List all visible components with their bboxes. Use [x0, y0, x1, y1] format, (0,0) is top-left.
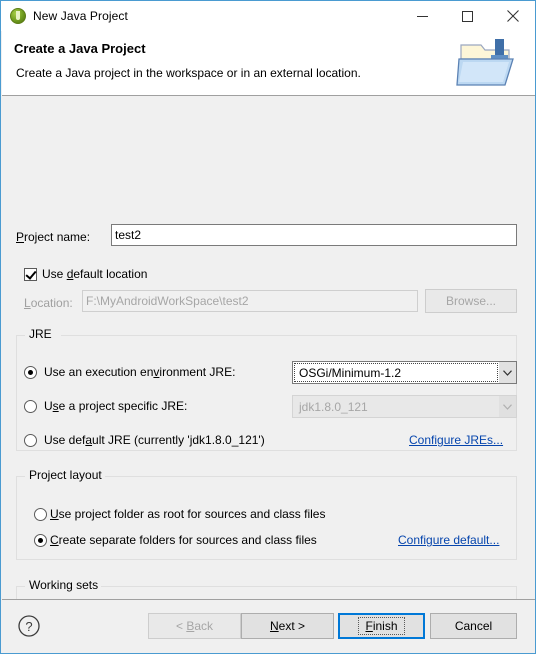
- cancel-button[interactable]: Cancel: [430, 613, 517, 639]
- project-name-input[interactable]: test2: [111, 224, 517, 246]
- title-bar: New Java Project: [1, 1, 535, 31]
- radio-project-specific-jre[interactable]: [24, 400, 37, 413]
- svg-text:?: ?: [25, 619, 32, 634]
- working-sets-group-title: Working sets: [26, 578, 102, 592]
- radio-execution-environment-jre-label[interactable]: Use an execution environment JRE:: [44, 365, 235, 379]
- radio-default-jre-label[interactable]: Use default JRE (currently 'jdk1.8.0_121…: [44, 433, 265, 447]
- window-controls: [400, 1, 535, 31]
- project-name-label-text: roject name:: [24, 230, 91, 244]
- dialog-body: Project name: test2 Use default location…: [2, 97, 535, 640]
- execution-environment-combo-value: OSGi/Minimum-1.2: [294, 363, 498, 382]
- page-title: Create a Java Project: [14, 41, 146, 56]
- configure-default-link[interactable]: Configure default...: [398, 533, 499, 547]
- radio-default-jre[interactable]: [24, 434, 37, 447]
- radio-project-specific-jre-label[interactable]: Use a project specific JRE:: [44, 399, 187, 413]
- location-input: F:\MyAndroidWorkSpace\test2: [82, 290, 418, 312]
- minimize-icon[interactable]: [400, 1, 445, 31]
- execution-environment-combo[interactable]: OSGi/Minimum-1.2: [292, 361, 517, 384]
- dialog-header: Create a Java Project Create a Java proj…: [2, 31, 535, 96]
- radio-separate-folders-label[interactable]: Create separate folders for sources and …: [50, 533, 317, 547]
- use-default-location-label[interactable]: Use default location: [42, 267, 147, 281]
- next-button[interactable]: Next >: [241, 613, 334, 639]
- new-java-project-folder-icon: [456, 39, 514, 86]
- finish-button[interactable]: Finish: [338, 613, 425, 639]
- close-icon[interactable]: [490, 1, 535, 31]
- window-title: New Java Project: [33, 9, 128, 23]
- configure-jres-link[interactable]: Configure JREs...: [409, 433, 503, 447]
- jre-group-title: JRE: [26, 327, 55, 341]
- location-label: Location:: [24, 296, 73, 310]
- maximize-icon[interactable]: [445, 1, 490, 31]
- project-specific-jre-combo-value: jdk1.8.0_121: [299, 399, 368, 414]
- project-name-label: Project name:: [16, 230, 91, 244]
- location-value: F:\MyAndroidWorkSpace\test2: [86, 294, 249, 308]
- page-description: Create a Java project in the workspace o…: [16, 66, 361, 80]
- radio-project-folder-root[interactable]: [34, 508, 47, 521]
- project-layout-group-title: Project layout: [26, 468, 105, 482]
- project-name-value: test2: [115, 228, 142, 242]
- help-icon[interactable]: ?: [17, 614, 41, 638]
- browse-button: Browse...: [425, 289, 517, 313]
- back-button: < Back: [148, 613, 241, 639]
- project-specific-jre-combo: jdk1.8.0_121: [292, 395, 517, 418]
- location-label-text: ocation:: [30, 296, 73, 310]
- java-project-icon: [10, 8, 26, 24]
- radio-execution-environment-jre[interactable]: [24, 366, 37, 379]
- use-default-location-checkbox[interactable]: [24, 268, 37, 281]
- button-bar: ? < Back Next > Finish Cancel: [2, 600, 535, 653]
- chevron-down-icon-disabled: [499, 396, 516, 417]
- radio-project-folder-root-label[interactable]: Use project folder as root for sources a…: [50, 507, 325, 521]
- chevron-down-icon[interactable]: [499, 362, 516, 383]
- radio-separate-folders[interactable]: [34, 534, 47, 547]
- new-java-project-dialog: New Java Project Create a Java Project C…: [0, 0, 536, 654]
